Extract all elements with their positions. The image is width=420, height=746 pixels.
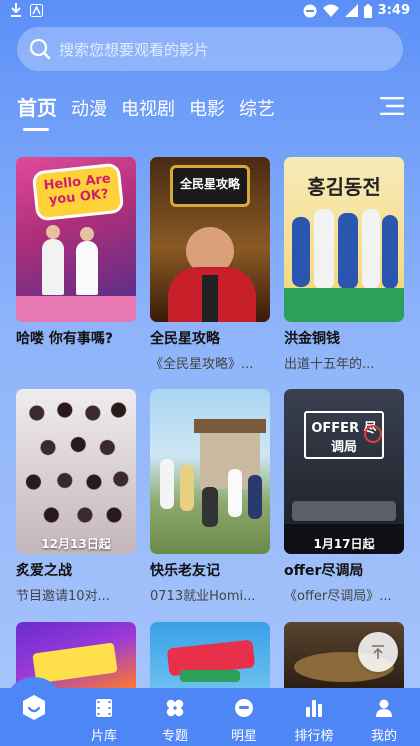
user-icon xyxy=(376,699,392,717)
app-notification-icon xyxy=(30,3,43,17)
search-placeholder: 搜索您想要观看的影片 xyxy=(59,40,210,59)
media-card[interactable]: OFFER 尽调局 1月17日起 offer尽调局 《offer尽调局》... xyxy=(284,389,404,604)
film-icon xyxy=(96,699,112,717)
nav-stars-label: 明星 xyxy=(230,729,257,744)
poster-title-text: 全民星攻略 xyxy=(179,177,240,191)
card-title: 炙爱之战 xyxy=(16,563,72,579)
nav-home-button[interactable] xyxy=(4,677,64,737)
signal-icon xyxy=(344,4,358,17)
media-card[interactable]: 12月13日起 炙爱之战 节目邀请10对... xyxy=(16,389,136,604)
nav-mine[interactable]: 我的 xyxy=(354,698,414,744)
poster-image: 홍김동전 xyxy=(284,157,404,322)
star-face-icon xyxy=(235,699,253,717)
nav-stars[interactable]: 明星 xyxy=(214,698,274,744)
wifi-icon xyxy=(322,4,339,17)
media-card[interactable]: 快乐老友记 0713就业Homi... xyxy=(150,389,270,604)
card-subtitle: 0713就业Homi... xyxy=(150,589,256,604)
tab-tv-series[interactable]: 电视剧 xyxy=(121,95,175,121)
poster-image: OFFER 尽调局 1月17日起 xyxy=(284,389,404,554)
tab-anime[interactable]: 动漫 xyxy=(71,95,107,121)
poster-title-text: 홍김동전 xyxy=(307,175,381,199)
card-subtitle: 《offer尽调局》... xyxy=(284,589,392,604)
card-title: 洪金铜钱 xyxy=(284,331,340,347)
media-card[interactable]: Hello Are you OK? 哈喽 你有事嗎? xyxy=(16,157,136,353)
poster-image xyxy=(150,389,270,554)
ranking-icon xyxy=(306,700,322,717)
card-subtitle: 节目邀请10对... xyxy=(16,589,110,604)
topics-icon xyxy=(166,699,184,717)
card-title: 快乐老友记 xyxy=(150,563,220,579)
poster-date: 1月17日起 xyxy=(313,537,375,551)
scroll-to-top-button[interactable] xyxy=(358,632,398,672)
media-card[interactable]: 全民星攻略 全民星攻略 《全民星攻略》... xyxy=(150,157,270,372)
tab-home[interactable]: 首页 xyxy=(17,92,57,131)
poster-image xyxy=(150,622,270,688)
poster-date: 12月13日起 xyxy=(41,537,111,551)
status-bar: 3:49 xyxy=(0,0,420,22)
nav-ranking[interactable]: 排行榜 xyxy=(284,698,344,744)
nav-topics-label: 专题 xyxy=(161,729,188,744)
category-menu-icon[interactable] xyxy=(380,96,404,116)
card-title: offer尽调局 xyxy=(284,563,364,579)
nav-ranking-label: 排行榜 xyxy=(294,729,334,744)
poster-image: 全民星攻略 xyxy=(150,157,270,322)
dnd-icon xyxy=(303,4,317,17)
home-icon xyxy=(23,695,45,720)
category-tabs: 首页 动漫 电视剧 电影 综艺 xyxy=(17,92,289,131)
media-card[interactable] xyxy=(150,622,270,688)
nav-library[interactable]: 片库 xyxy=(74,698,134,744)
poster-image: Hello Are you OK? xyxy=(16,157,136,322)
media-card[interactable]: 홍김동전 洪金铜钱 出道十五年的... xyxy=(284,157,404,372)
download-icon xyxy=(11,3,21,17)
card-subtitle: 出道十五年的... xyxy=(284,357,375,372)
status-time: 3:49 xyxy=(377,3,410,18)
card-title: 哈喽 你有事嗎? xyxy=(16,331,113,347)
tab-movies[interactable]: 电影 xyxy=(189,95,225,121)
nav-topics[interactable]: 专题 xyxy=(145,698,205,744)
card-subtitle: 《全民星攻略》... xyxy=(150,357,254,372)
nav-library-label: 片库 xyxy=(90,729,117,744)
card-title: 全民星攻略 xyxy=(150,331,220,347)
bottom-navigation: 片库 专题 明星 排行榜 我的 xyxy=(0,688,420,746)
nav-mine-label: 我的 xyxy=(370,729,397,744)
search-icon xyxy=(29,38,51,60)
tab-variety[interactable]: 综艺 xyxy=(239,95,275,121)
arrow-up-icon xyxy=(372,645,384,659)
battery-icon xyxy=(363,3,372,18)
search-bar[interactable]: 搜索您想要观看的影片 xyxy=(17,27,403,71)
poster-image: 12月13日起 xyxy=(16,389,136,554)
